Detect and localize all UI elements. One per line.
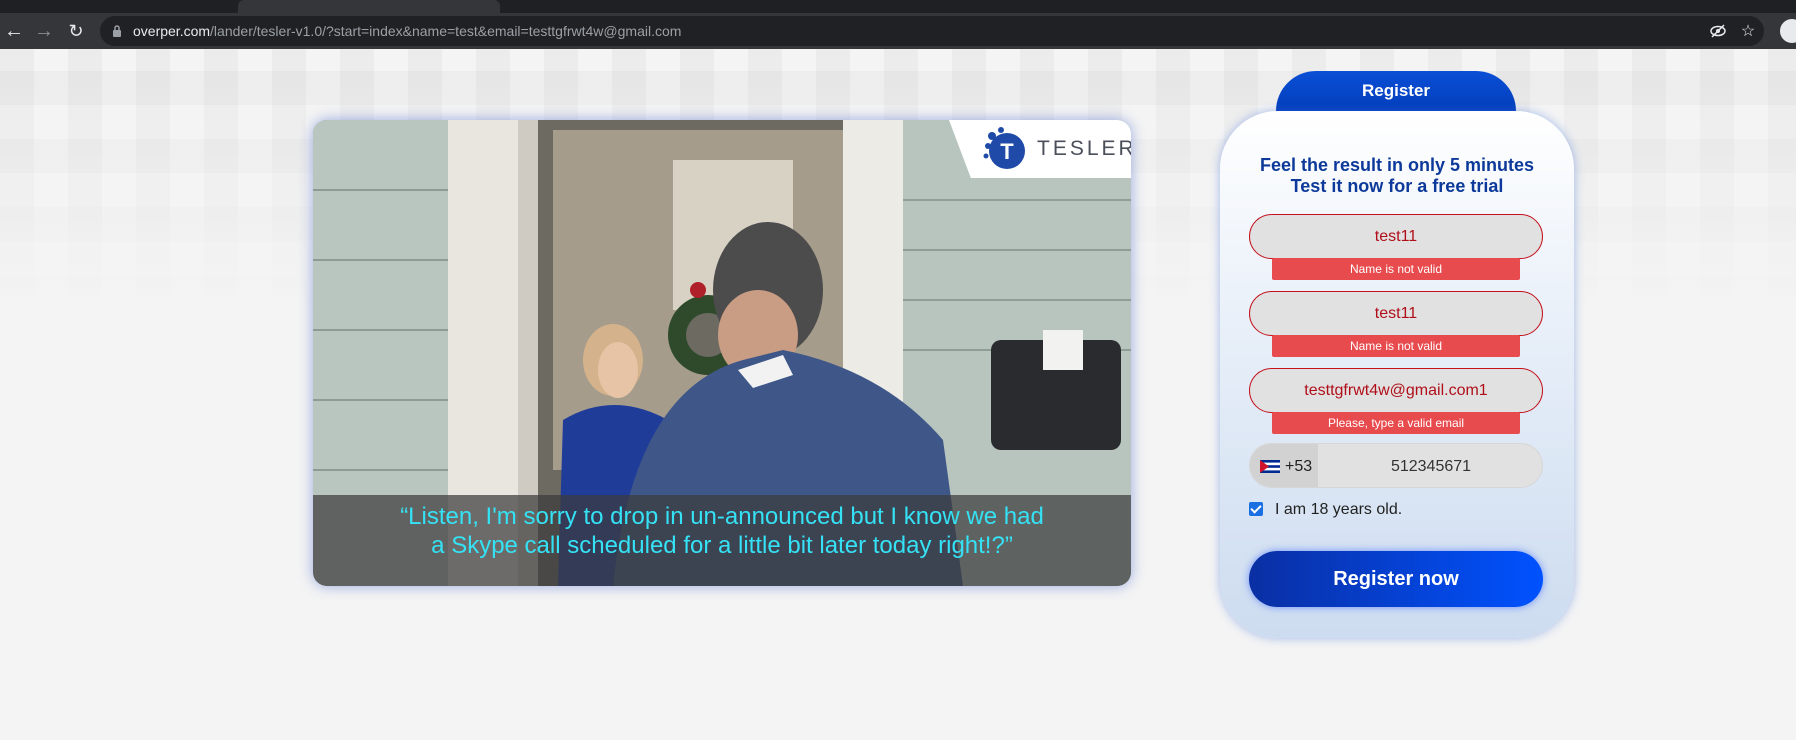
svg-text:T: T [1000, 139, 1014, 164]
browser-toolbar: ← → ↻ overper.com/lander/tesler-v1.0/?st… [0, 13, 1796, 49]
form-headline: Feel the result in only 5 minutes Test i… [1259, 155, 1535, 196]
active-tab[interactable] [238, 0, 500, 13]
age-label: I am 18 years old. [1275, 501, 1403, 518]
email-field[interactable]: testtgfrwt4w@gmail.com1 [1249, 368, 1543, 413]
forward-icon[interactable]: → [30, 17, 58, 45]
address-bar[interactable]: overper.com/lander/tesler-v1.0/?start=in… [100, 16, 1764, 46]
tesler-logo-icon: T [983, 127, 1025, 169]
last-name-field[interactable]: test11 [1249, 291, 1543, 336]
cuba-flag-icon [1260, 460, 1280, 473]
first-name-field[interactable]: test11 [1249, 214, 1543, 259]
eye-off-icon[interactable] [1708, 21, 1728, 41]
last-name-error: Name is not valid [1272, 335, 1520, 357]
tab-strip [0, 0, 1796, 13]
country-code-select[interactable]: +53 [1250, 444, 1318, 487]
logo-text: TESLER [1037, 137, 1131, 160]
url-text: overper.com/lander/tesler-v1.0/?start=in… [133, 23, 682, 39]
lock-icon [113, 25, 121, 37]
video-player[interactable]: T TESLER “Listen, I'm sorry to drop in u… [313, 120, 1131, 586]
landing-page: T TESLER “Listen, I'm sorry to drop in u… [0, 49, 1796, 740]
email-error: Please, type a valid email [1272, 412, 1520, 434]
video-caption: “Listen, I'm sorry to drop in un-announc… [400, 503, 1044, 559]
reload-icon[interactable]: ↻ [62, 17, 90, 45]
register-now-button[interactable]: Register now [1249, 551, 1543, 607]
first-name-error: Name is not valid [1272, 258, 1520, 280]
country-code-text: +53 [1285, 458, 1313, 475]
phone-field[interactable]: +53 512345671 [1249, 443, 1543, 488]
back-icon[interactable]: ← [0, 17, 28, 45]
age-checkbox[interactable] [1249, 502, 1263, 516]
phone-number-input[interactable]: 512345671 [1318, 444, 1542, 487]
profile-avatar-icon[interactable] [1778, 17, 1796, 45]
brand-logo: T TESLER [949, 120, 1131, 178]
star-icon[interactable]: ☆ [1738, 21, 1758, 41]
